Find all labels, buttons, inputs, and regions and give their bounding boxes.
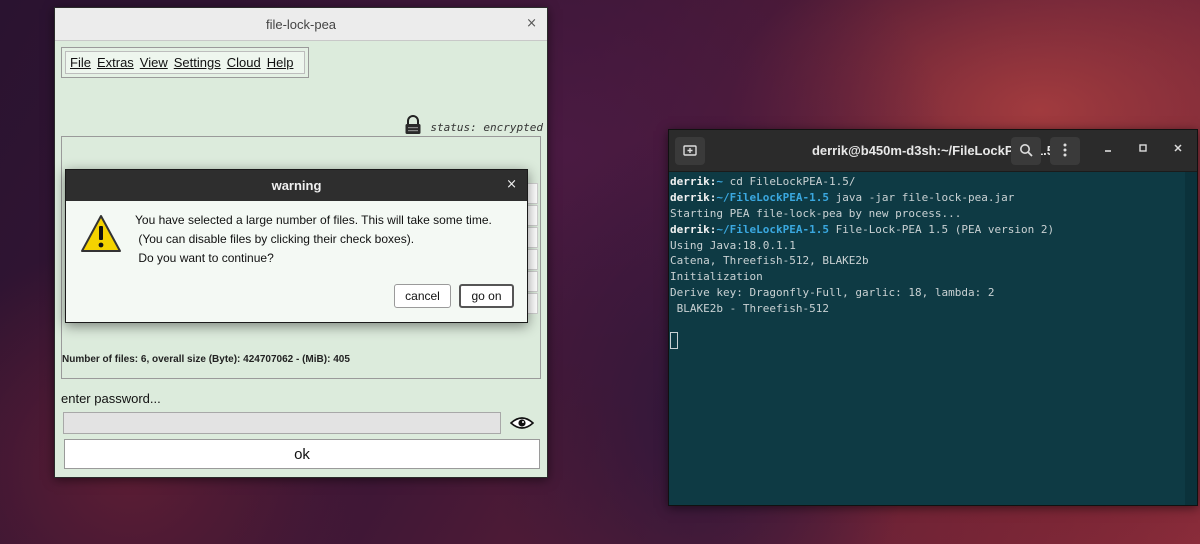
warning-icon xyxy=(80,214,122,258)
output-text: Using Java:18.0.1.1 xyxy=(670,238,796,252)
status-text: status: encrypted xyxy=(430,120,543,134)
menu-view[interactable]: View xyxy=(140,55,168,70)
terminal-line: derrik:~/FileLockPEA-1.5 File-Lock-PEA 1… xyxy=(669,222,1185,238)
file-summary: Number of files: 6, overall size (Byte):… xyxy=(62,354,350,365)
terminal-cursor xyxy=(670,332,678,349)
command-text: java -jar file-lock-pea.jar xyxy=(828,190,1015,204)
kebab-menu-icon xyxy=(1063,142,1067,161)
terminal-title: derrik@b450m-d3sh:~/FileLockPEA-1.5 xyxy=(811,143,1055,158)
command-text: File-Lock-PEA 1.5 (PEA version 2) xyxy=(828,222,1055,236)
warning-dialog: warning × You have selected a large numb… xyxy=(65,169,528,323)
close-icon[interactable]: × xyxy=(526,16,537,31)
terminal-line: Catena, Threefish-512, BLAKE2b xyxy=(669,253,1185,269)
dialog-title: warning xyxy=(271,178,322,193)
terminal-line: Initialization xyxy=(669,269,1185,285)
eye-icon[interactable] xyxy=(509,415,535,434)
close-icon[interactable] xyxy=(1173,142,1183,156)
command-text: cd FileLockPEA-1.5/ xyxy=(722,175,856,188)
terminal-line: Using Java:18.0.1.1 xyxy=(669,238,1185,254)
menu-cloud[interactable]: Cloud xyxy=(227,55,261,70)
prompt-user: derrik: xyxy=(670,190,717,204)
terminal-line: derrik:~ cd FileLockPEA-1.5/ xyxy=(669,174,1185,190)
terminal-headerbar[interactable]: derrik@b450m-d3sh:~/FileLockPEA-1.5 xyxy=(669,130,1197,172)
terminal-output[interactable]: derrik:~ cd FileLockPEA-1.5/derrik:~/Fil… xyxy=(669,172,1185,505)
dialog-message-line: You have selected a large number of file… xyxy=(135,213,492,227)
window-titlebar[interactable]: file-lock-pea × xyxy=(55,8,547,41)
prompt-path: ~/FileLockPEA-1.5 xyxy=(716,190,829,204)
menu-button[interactable] xyxy=(1050,137,1080,165)
minimize-icon[interactable] xyxy=(1103,142,1113,156)
output-text: BLAKE2b - Threefish-512 xyxy=(670,302,829,316)
window-title: file-lock-pea xyxy=(265,17,337,32)
menu-mnemonic: Extras xyxy=(96,55,134,70)
search-icon xyxy=(1019,142,1033,161)
menu-mnemonic: Settings xyxy=(173,55,221,70)
terminal-line: Starting PEA file-lock-pea by new proces… xyxy=(669,206,1185,222)
terminal-line: BLAKE2b - Threefish-512 xyxy=(669,301,1185,317)
terminal-line: derrik:~/FileLockPEA-1.5 java -jar file-… xyxy=(669,190,1185,206)
terminal-window: derrik@b450m-d3sh:~/FileLockPEA-1.5 derr… xyxy=(668,129,1198,506)
prompt-path: ~ xyxy=(716,175,723,188)
prompt-user: derrik: xyxy=(670,222,717,236)
menu-extras[interactable]: Extras xyxy=(97,55,134,70)
password-input[interactable] xyxy=(63,412,501,434)
go-on-button[interactable]: go on xyxy=(459,284,514,308)
menu-mnemonic: File xyxy=(70,55,91,70)
menu-mnemonic: Cloud xyxy=(226,55,261,70)
output-text: Starting PEA file-lock-pea by new proces… xyxy=(670,206,962,220)
prompt-user: derrik: xyxy=(670,175,717,188)
menu-settings[interactable]: Settings xyxy=(174,55,221,70)
menu-mnemonic: View xyxy=(139,55,168,70)
password-label: enter password... xyxy=(61,391,161,406)
menu-mnemonic: Help xyxy=(266,55,294,70)
output-text: Initialization xyxy=(670,270,763,284)
maximize-icon[interactable] xyxy=(1138,142,1148,156)
dialog-message-line: Do you want to continue? xyxy=(135,251,274,265)
terminal-lines: derrik:~ cd FileLockPEA-1.5/derrik:~/Fil… xyxy=(669,174,1185,317)
terminal-line: Derive key: Dragonfly-Full, garlic: 18, … xyxy=(669,285,1185,301)
output-text: Catena, Threefish-512, BLAKE2b xyxy=(670,254,869,268)
ok-button[interactable]: ok xyxy=(64,439,540,469)
menu-help[interactable]: Help xyxy=(267,55,294,70)
dialog-message-line: (You can disable files by clicking their… xyxy=(135,232,415,246)
prompt-path: ~/FileLockPEA-1.5 xyxy=(716,222,829,236)
dialog-titlebar[interactable]: warning × xyxy=(66,170,527,201)
cancel-button[interactable]: cancel xyxy=(394,284,451,308)
terminal-scrollbar[interactable] xyxy=(1185,172,1197,505)
search-button[interactable] xyxy=(1011,137,1041,165)
menu-bar: File Extras View Settings Cloud Help xyxy=(61,47,309,78)
menu-bar-inner: File Extras View Settings Cloud Help xyxy=(65,51,305,74)
menu-file[interactable]: File xyxy=(70,55,91,70)
close-icon[interactable]: × xyxy=(506,177,517,192)
output-text: Derive key: Dragonfly-Full, garlic: 18, … xyxy=(670,286,995,300)
